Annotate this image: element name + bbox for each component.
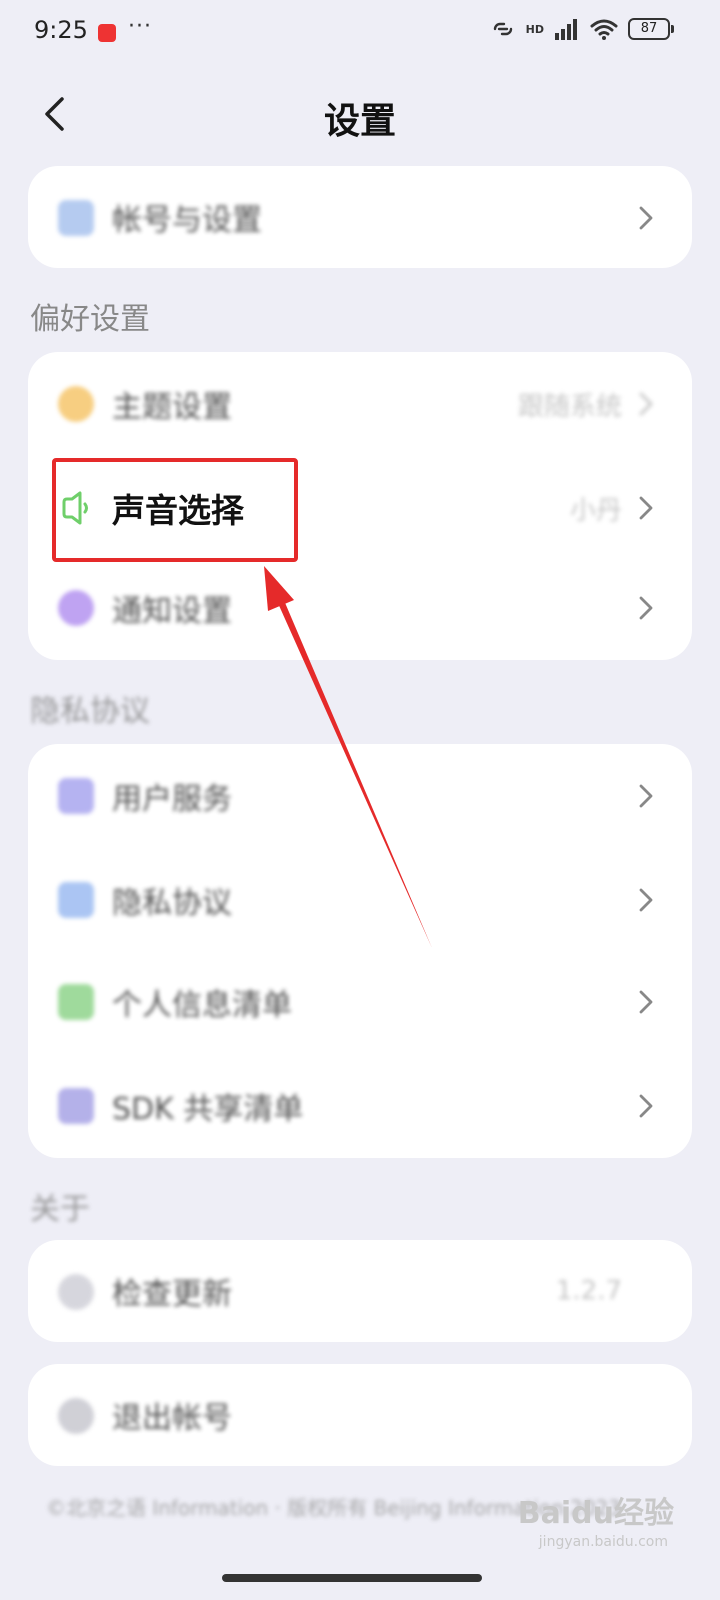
list-icon (58, 1088, 94, 1124)
chevron-right-icon (639, 596, 653, 620)
chevron-right-icon (639, 392, 653, 416)
notification-settings-row[interactable]: 通知设置 (28, 556, 692, 660)
logout-row[interactable]: 退出帐号 (28, 1364, 692, 1466)
theme-settings-value: 跟随系统 (517, 391, 622, 422)
sun-icon (58, 386, 94, 422)
about-section-title: 关于 (30, 1192, 90, 1227)
more-notifications-icon: ··· (128, 14, 152, 39)
wifi-icon (590, 19, 618, 40)
preferences-section-title: 偏好设置 (30, 302, 150, 337)
voice-selection-value: 小丹 (569, 495, 622, 526)
nav-header: 设置 (0, 80, 720, 150)
chevron-right-icon (639, 990, 653, 1014)
sdk-sharing-label: SDK 共享清单 (112, 1092, 304, 1127)
update-icon (58, 1274, 94, 1310)
page-title: 设置 (323, 101, 396, 142)
voice-selection-row[interactable]: 声音选择 小丹 (28, 456, 692, 560)
check-update-row[interactable]: 检查更新 1.2.7 (28, 1240, 692, 1342)
notification-settings-label: 通知设置 (112, 594, 232, 629)
chevron-right-icon (639, 888, 653, 912)
preferences-card: 主题设置 跟随系统 声音选择 小丹 通知设置 (28, 352, 692, 660)
bell-icon (58, 590, 94, 626)
chevron-right-icon (639, 784, 653, 808)
account-card: 帐号与设置 (28, 166, 692, 268)
theme-settings-label: 主题设置 (112, 390, 232, 425)
chevron-right-icon (639, 206, 653, 230)
status-icons: HD 87 (490, 18, 674, 40)
privacy-policy-label: 隐私协议 (112, 886, 232, 921)
user-service-label: 用户服务 (112, 782, 232, 817)
account-icon (58, 200, 94, 236)
baidu-watermark-url: jingyan.baidu.com (538, 1534, 668, 1550)
file-icon (58, 882, 94, 918)
theme-settings-row[interactable]: 主题设置 跟随系统 (28, 352, 692, 456)
link-icon (493, 22, 512, 36)
status-bar: 9:25 ··· HD 87 (0, 0, 720, 66)
speaker-icon (62, 491, 88, 525)
about-card: 检查更新 1.2.7 (28, 1240, 692, 1342)
privacy-section-title: 隐私协议 (30, 694, 150, 729)
logout-icon (58, 1398, 94, 1434)
personal-info-label: 个人信息清单 (112, 988, 292, 1023)
privacy-policy-row[interactable]: 隐私协议 (28, 848, 692, 952)
chevron-right-icon (639, 496, 653, 520)
version-value: 1.2.7 (555, 1276, 622, 1306)
personal-info-row[interactable]: 个人信息清单 (28, 950, 692, 1054)
chevron-right-icon (639, 1094, 653, 1118)
home-indicator[interactable] (222, 1574, 482, 1582)
account-settings-label: 帐号与设置 (112, 203, 262, 238)
signal-icon (555, 19, 577, 40)
document-icon (58, 778, 94, 814)
privacy-card: 用户服务 隐私协议 个人信息清单 SDK 共享清单 (28, 744, 692, 1158)
sdk-sharing-row[interactable]: SDK 共享清单 (28, 1054, 692, 1158)
app-notification-icon (98, 24, 116, 42)
user-service-row[interactable]: 用户服务 (28, 744, 692, 848)
hd-label: HD (525, 22, 544, 36)
check-update-label: 检查更新 (112, 1277, 232, 1312)
logout-label: 退出帐号 (112, 1401, 232, 1436)
battery-icon: 87 (628, 18, 674, 40)
baidu-watermark: Baidu经验 (517, 1496, 674, 1531)
logout-card: 退出帐号 (28, 1364, 692, 1466)
account-settings-row[interactable]: 帐号与设置 (28, 166, 692, 268)
status-time: 9:25 (34, 16, 88, 44)
receipt-icon (58, 984, 94, 1020)
voice-selection-label: 声音选择 (112, 491, 244, 530)
